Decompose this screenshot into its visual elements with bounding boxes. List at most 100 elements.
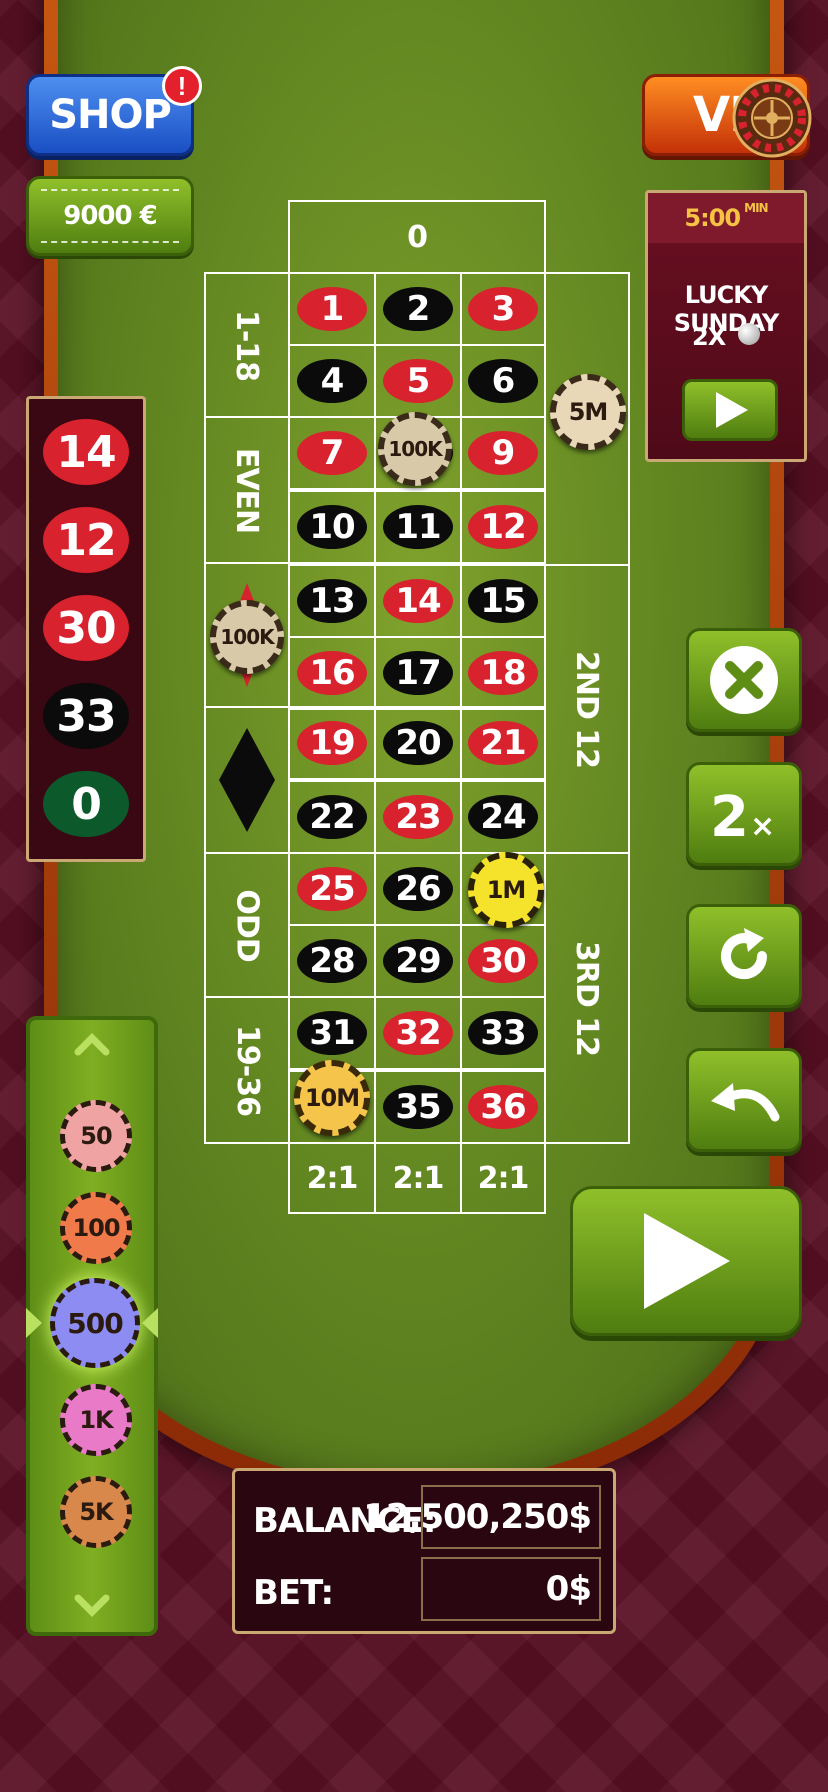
chip-option-selected[interactable]: 500 (50, 1278, 140, 1368)
number-label: 22 (297, 795, 367, 839)
number-cell[interactable]: 19 (288, 706, 376, 780)
black-diamond-icon (219, 728, 275, 832)
lucky-title: LUCKY SUNDAY (673, 281, 779, 337)
number-cell[interactable]: 20 (374, 706, 462, 780)
shop-alert-badge: ! (162, 66, 202, 106)
number-label: 24 (468, 795, 538, 839)
number-cell[interactable]: 15 (460, 564, 546, 638)
bet-even-label: EVEN (229, 447, 265, 533)
column-bet-label: 2:1 (477, 1160, 530, 1196)
chip-option[interactable]: 5K (60, 1476, 132, 1548)
number-cell[interactable]: 9 (460, 416, 546, 490)
chip-option[interactable]: 1K (60, 1384, 132, 1456)
bet-even[interactable]: EVEN (204, 416, 290, 564)
number-label: 19 (297, 721, 367, 765)
placed-chip[interactable]: 5M (550, 374, 626, 450)
spin-button[interactable] (570, 1186, 802, 1336)
zero-cell[interactable]: 0 (288, 200, 546, 274)
roulette-wheel-icon (732, 78, 812, 158)
bet-third-dozen[interactable]: 3RD 12 (544, 852, 630, 1144)
number-label: 25 (297, 867, 367, 911)
number-cell[interactable]: 7 (288, 416, 376, 490)
placed-chip[interactable]: 10M (294, 1060, 370, 1136)
balance-panel: BALANCE: 12,500,250$ BET: 0$ (232, 1468, 616, 1634)
column-bet-2[interactable]: 2:1 (374, 1142, 462, 1214)
column-bet-3[interactable]: 2:1 (460, 1142, 546, 1214)
number-cell[interactable]: 5 (374, 344, 462, 418)
number-label: 5 (383, 359, 453, 403)
number-label: 14 (383, 579, 453, 623)
lucky-play-button[interactable] (682, 379, 778, 441)
history-result: 14 (43, 419, 129, 485)
placed-chip[interactable]: 100K (378, 412, 452, 486)
number-label: 21 (468, 721, 538, 765)
number-label: 13 (297, 579, 367, 623)
balance-value: 12,500,250$ (363, 1485, 601, 1549)
number-cell[interactable]: 35 (374, 1070, 462, 1144)
bet-value: 0$ (421, 1557, 601, 1621)
undo-icon (711, 1083, 780, 1122)
number-cell[interactable]: 30 (460, 924, 546, 998)
number-cell[interactable]: 24 (460, 780, 546, 854)
ticket-dash-top (41, 189, 179, 191)
number-label: 3 (468, 287, 538, 331)
number-cell[interactable]: 28 (288, 924, 376, 998)
play-icon (716, 392, 748, 428)
number-label: 12 (468, 505, 538, 549)
number-cell[interactable]: 13 (288, 564, 376, 638)
wallet-button[interactable]: 9000 € (26, 176, 194, 256)
number-cell[interactable]: 3 (460, 272, 546, 346)
number-label: 23 (383, 795, 453, 839)
chip-selector-panel: 50 100 500 1K 5K (26, 1016, 158, 1636)
number-cell[interactable]: 33 (460, 996, 546, 1070)
number-cell[interactable]: 2 (374, 272, 462, 346)
number-cell[interactable]: 14 (374, 564, 462, 638)
svg-text:×: × (750, 809, 775, 844)
number-label: 7 (297, 431, 367, 475)
number-cell[interactable]: 31 (288, 996, 376, 1070)
lucky-sunday-panel: 5:00 MIN LUCKY SUNDAY 2X (645, 190, 807, 462)
clear-bets-button[interactable] (686, 628, 802, 732)
number-cell[interactable]: 6 (460, 344, 546, 418)
number-cell[interactable]: 4 (288, 344, 376, 418)
number-cell[interactable]: 16 (288, 636, 376, 710)
number-cell[interactable]: 12 (460, 490, 546, 564)
wallet-amount: 9000 € (63, 201, 158, 231)
close-icon (710, 646, 778, 714)
number-label: 35 (383, 1085, 453, 1129)
number-label: 16 (297, 651, 367, 695)
number-cell[interactable]: 26 (374, 852, 462, 926)
number-cell[interactable]: 36 (460, 1070, 546, 1144)
chevron-down-icon[interactable] (72, 1590, 112, 1620)
rebet-button[interactable] (686, 904, 802, 1008)
column-bet-1[interactable]: 2:1 (288, 1142, 376, 1214)
number-cell[interactable]: 23 (374, 780, 462, 854)
bet-label: BET: (253, 1573, 334, 1613)
number-cell[interactable]: 25 (288, 852, 376, 926)
number-cell[interactable]: 17 (374, 636, 462, 710)
chip-option[interactable]: 50 (60, 1100, 132, 1172)
placed-chip[interactable]: 100K (210, 600, 284, 674)
double-bets-button[interactable]: 2 × (686, 762, 802, 866)
number-cell[interactable]: 22 (288, 780, 376, 854)
bet-odd[interactable]: ODD (204, 852, 290, 998)
bet-second-dozen[interactable]: 2ND 12 (544, 564, 630, 854)
number-cell[interactable]: 21 (460, 706, 546, 780)
number-cell[interactable]: 29 (374, 924, 462, 998)
number-cell[interactable]: 11 (374, 490, 462, 564)
chevron-up-icon[interactable] (72, 1030, 112, 1060)
bet-low[interactable]: 1-18 (204, 272, 290, 418)
number-cell[interactable]: 32 (374, 996, 462, 1070)
number-cell[interactable]: 10 (288, 490, 376, 564)
placed-chip[interactable]: 1M (468, 852, 544, 928)
bet-black[interactable] (204, 706, 290, 854)
selection-pointer-right-icon (142, 1308, 158, 1338)
lucky-timer-value: 5:00 (684, 204, 741, 232)
number-cell[interactable]: 1 (288, 272, 376, 346)
number-label: 6 (468, 359, 538, 403)
number-cell[interactable]: 18 (460, 636, 546, 710)
chip-option[interactable]: 100 (60, 1192, 132, 1264)
bet-high[interactable]: 19-36 (204, 996, 290, 1144)
undo-button[interactable] (686, 1048, 802, 1152)
ticket-dash-bottom (41, 241, 179, 243)
